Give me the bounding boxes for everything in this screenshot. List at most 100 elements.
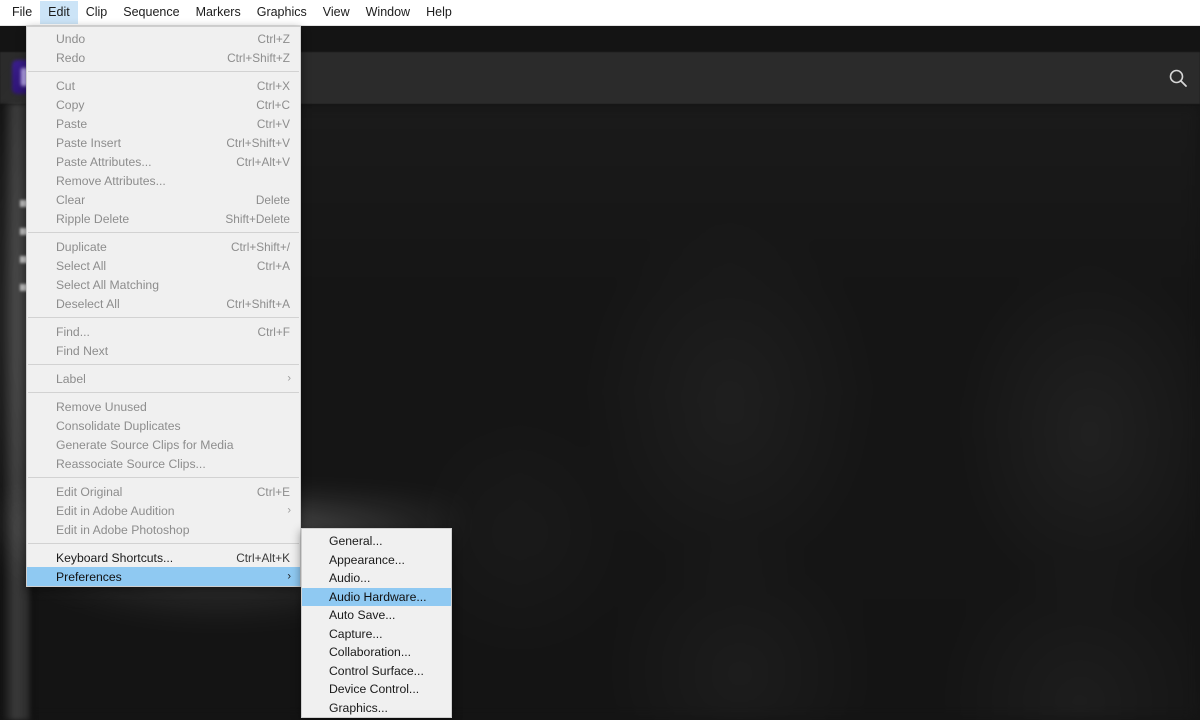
menu-item-deselect-all[interactable]: Deselect All Ctrl+Shift+A — [27, 294, 300, 313]
menubar-item-label: View — [322, 5, 350, 19]
menubar-item-label: File — [12, 5, 33, 19]
menubar-item-edit[interactable]: Edit — [40, 1, 78, 24]
menu-separator — [28, 317, 299, 318]
menubar-item-markers[interactable]: Markers — [188, 1, 249, 24]
menu-item-shortcut: Ctrl+Alt+K — [236, 550, 290, 565]
menu-item-label: Reassociate Source Clips... — [56, 456, 206, 471]
submenu-item-graphics[interactable]: Graphics... — [302, 699, 451, 718]
menu-item-cut[interactable]: Cut Ctrl+X — [27, 76, 300, 95]
menubar-item-label: Clip — [85, 5, 108, 19]
preferences-submenu: General... Appearance... Audio... Audio Har… — [301, 528, 452, 718]
menu-item-duplicate[interactable]: Duplicate Ctrl+Shift+/ — [27, 237, 300, 256]
menu-item-keyboard-shortcuts[interactable]: Keyboard Shortcuts... Ctrl+Alt+K — [27, 548, 300, 567]
menu-item-shortcut: Ctrl+Z — [257, 31, 290, 46]
submenu-item-label: Collaboration... — [329, 645, 411, 660]
menubar-item-file[interactable]: File — [4, 1, 40, 24]
menubar-item-window[interactable]: Window — [358, 1, 418, 24]
menu-item-consolidate-duplicates[interactable]: Consolidate Duplicates — [27, 416, 300, 435]
menu-item-redo[interactable]: Redo Ctrl+Shift+Z — [27, 48, 300, 67]
menu-separator — [28, 477, 299, 478]
menu-item-select-all[interactable]: Select All Ctrl+A — [27, 256, 300, 275]
menu-item-label: Paste Insert — [56, 135, 122, 150]
menu-item-label: Edit in Adobe Photoshop — [56, 522, 190, 537]
menu-separator — [28, 392, 299, 393]
menu-item-preferences[interactable]: Preferences › — [27, 567, 300, 586]
menu-item-undo[interactable]: Undo Ctrl+Z — [27, 29, 300, 48]
menu-item-edit-original[interactable]: Edit Original Ctrl+E — [27, 482, 300, 501]
menubar: File Edit Clip Sequence Markers Graphics View W… — [0, 0, 1200, 26]
menu-item-label: Label — [56, 371, 86, 386]
menu-item-shortcut: Ctrl+Alt+V — [236, 154, 290, 169]
menu-item-paste[interactable]: Paste Ctrl+V — [27, 114, 300, 133]
menu-item-label: Edit in Adobe Audition — [56, 503, 175, 518]
menu-item-label: Redo — [56, 50, 86, 65]
menu-item-edit-in-adobe-photoshop[interactable]: Edit in Adobe Photoshop — [27, 520, 300, 539]
menu-item-generate-source-clips-for-media[interactable]: Generate Source Clips for Media — [27, 435, 300, 454]
menu-item-label: Preferences — [56, 569, 122, 584]
submenu-item-audio-hardware[interactable]: Audio Hardware... — [302, 587, 451, 606]
menu-item-reassociate-source-clips[interactable]: Reassociate Source Clips... — [27, 454, 300, 473]
menu-item-label: Find Next — [56, 343, 109, 358]
menu-item-clear[interactable]: Clear Delete — [27, 190, 300, 209]
panel-divider — [455, 104, 457, 720]
menu-item-paste-insert[interactable]: Paste Insert Ctrl+Shift+V — [27, 133, 300, 152]
edit-dropdown-menu: Undo Ctrl+Z Redo Ctrl+Shift+Z Cut Ctrl+X Copy C… — [26, 26, 301, 587]
menu-item-copy[interactable]: Copy Ctrl+C — [27, 95, 300, 114]
menu-item-label: Find... — [56, 324, 90, 339]
menubar-item-label: Markers — [195, 5, 241, 19]
submenu-item-general[interactable]: General... — [302, 532, 451, 551]
menu-separator — [28, 543, 299, 544]
menu-item-shortcut: Ctrl+Shift+V — [226, 135, 290, 150]
menubar-item-help[interactable]: Help — [418, 1, 460, 24]
app-window: File Edit Clip Sequence Markers Graphics View W… — [0, 0, 1200, 720]
menu-item-select-all-matching[interactable]: Select All Matching — [27, 275, 300, 294]
chevron-right-icon: › — [287, 504, 291, 516]
menu-item-ripple-delete[interactable]: Ripple Delete Shift+Delete — [27, 209, 300, 228]
submenu-item-collaboration[interactable]: Collaboration... — [302, 643, 451, 662]
menubar-item-view[interactable]: View — [315, 1, 358, 24]
menu-item-label[interactable]: Label › — [27, 369, 300, 388]
menu-item-label: Clear — [56, 192, 86, 207]
menu-item-label: Ripple Delete — [56, 211, 130, 226]
submenu-item-label: Audio Hardware... — [329, 589, 427, 604]
menu-separator — [28, 71, 299, 72]
menu-item-remove-attributes[interactable]: Remove Attributes... — [27, 171, 300, 190]
menu-item-label: Undo — [56, 31, 86, 46]
menu-separator — [28, 364, 299, 365]
panel-divider — [915, 104, 917, 720]
submenu-item-audio[interactable]: Audio... — [302, 569, 451, 588]
menubar-item-label: Window — [365, 5, 411, 19]
menubar-item-graphics[interactable]: Graphics — [249, 1, 315, 24]
submenu-item-label: Audio... — [329, 571, 371, 586]
menu-item-paste-attributes[interactable]: Paste Attributes... Ctrl+Alt+V — [27, 152, 300, 171]
submenu-item-capture[interactable]: Capture... — [302, 625, 451, 644]
menubar-item-label: Sequence — [123, 5, 180, 19]
submenu-item-label: Graphics... — [329, 700, 388, 715]
menu-item-shortcut: Ctrl+V — [256, 116, 290, 131]
menubar-item-clip[interactable]: Clip — [78, 1, 116, 24]
menu-item-label: Generate Source Clips for Media — [56, 437, 234, 452]
submenu-item-auto-save[interactable]: Auto Save... — [302, 606, 451, 625]
menubar-item-label: Graphics — [256, 5, 307, 19]
menu-item-label: Paste — [56, 116, 88, 131]
menu-item-edit-in-adobe-audition[interactable]: Edit in Adobe Audition › — [27, 501, 300, 520]
menu-item-shortcut: Shift+Delete — [225, 211, 290, 226]
menu-item-find[interactable]: Find... Ctrl+F — [27, 322, 300, 341]
menu-item-shortcut: Ctrl+F — [257, 324, 290, 339]
search-icon[interactable] — [1166, 66, 1190, 90]
menu-separator — [28, 232, 299, 233]
menubar-item-sequence[interactable]: Sequence — [115, 1, 187, 24]
submenu-item-control-surface[interactable]: Control Surface... — [302, 662, 451, 681]
chevron-right-icon: › — [287, 570, 291, 582]
submenu-item-appearance[interactable]: Appearance... — [302, 551, 451, 570]
menu-item-label: Remove Unused — [56, 399, 147, 414]
menubar-item-label: Edit — [48, 5, 70, 19]
menu-item-remove-unused[interactable]: Remove Unused — [27, 397, 300, 416]
menu-item-shortcut: Ctrl+C — [256, 97, 290, 112]
submenu-item-label: Auto Save... — [329, 608, 396, 623]
menubar-item-label: Help — [426, 5, 452, 19]
submenu-item-device-control[interactable]: Device Control... — [302, 680, 451, 699]
menu-item-shortcut: Ctrl+E — [256, 484, 290, 499]
menu-item-find-next[interactable]: Find Next — [27, 341, 300, 360]
submenu-item-label: General... — [329, 534, 383, 549]
